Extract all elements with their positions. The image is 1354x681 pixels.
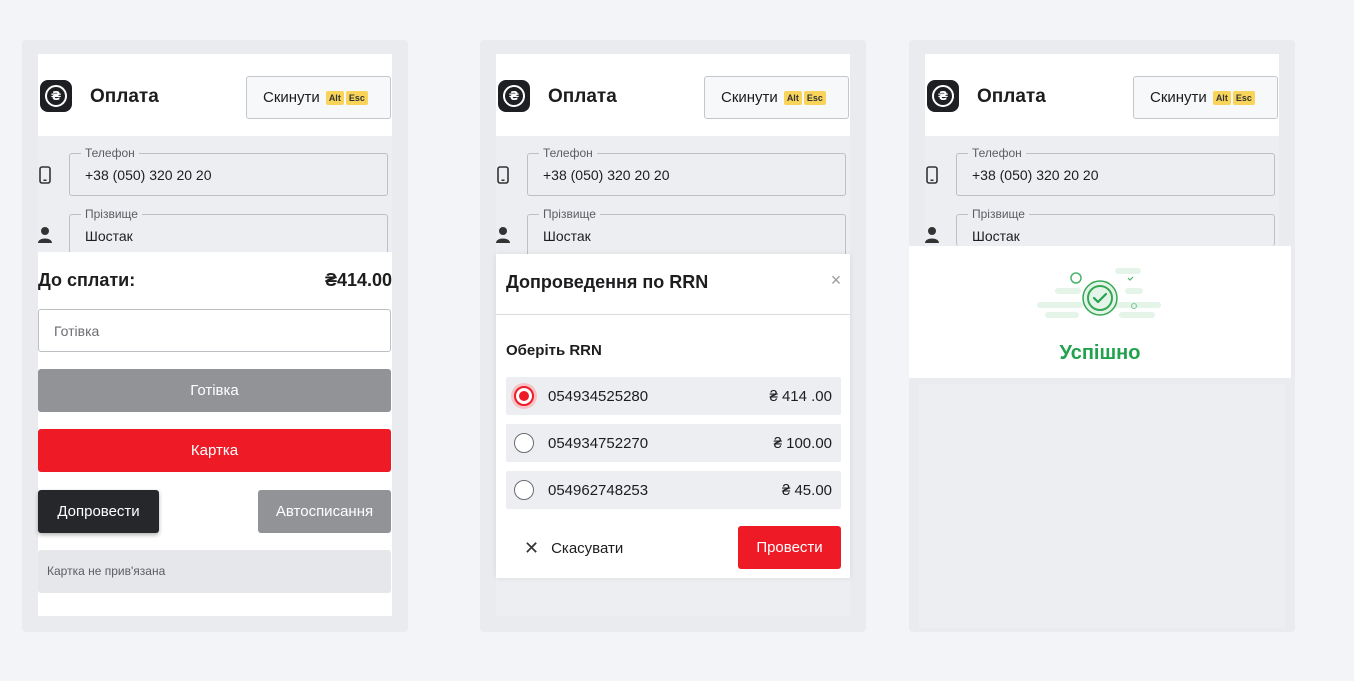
- rrn-amount: ₴ 45.00: [781, 482, 832, 499]
- rrn-amount: ₴ 414 .00: [769, 388, 832, 405]
- surname-label: Прізвище: [81, 207, 142, 221]
- cash-button[interactable]: Готівка: [38, 369, 391, 412]
- reset-button[interactable]: Скинути Alt Esc: [1133, 76, 1278, 119]
- kbd-esc: Esc: [1232, 90, 1255, 105]
- success-check-icon: [1037, 268, 1161, 318]
- surname-value: Шостак: [543, 228, 591, 244]
- rrn-amount: ₴ 100.00: [773, 435, 832, 452]
- app-logo-icon: ₴: [927, 80, 959, 112]
- empty-area: [919, 384, 1285, 628]
- surname-field[interactable]: Прізвище Шостак: [69, 207, 388, 257]
- phone-icon: [926, 166, 938, 184]
- user-icon: [38, 227, 52, 243]
- rrn-number: 054934525280: [548, 388, 649, 405]
- reset-label: Скинути: [263, 89, 320, 106]
- phone-value: +38 (050) 320 20 20: [543, 167, 670, 183]
- kbd-esc: Esc: [803, 90, 826, 105]
- cancel-button[interactable]: ✕ Скасувати: [524, 538, 623, 559]
- page-title: Оплата: [90, 86, 159, 107]
- payment-card-3: ₴ Оплата Скинути Alt Esc Телефон +38 (050…: [925, 54, 1279, 246]
- divider: [496, 314, 850, 315]
- phone-value: +38 (050) 320 20 20: [85, 167, 212, 183]
- header: ₴ Оплата Скинути Alt Esc: [38, 54, 392, 136]
- phone-icon: [39, 166, 51, 184]
- success-text: Успішно: [1059, 342, 1141, 364]
- close-icon[interactable]: ×: [828, 271, 844, 289]
- reset-label: Скинути: [1150, 89, 1207, 106]
- finish-button[interactable]: Допровести: [38, 490, 159, 533]
- submit-button[interactable]: Провести: [738, 526, 841, 569]
- radio-icon[interactable]: [514, 480, 534, 500]
- phone-value: +38 (050) 320 20 20: [972, 167, 1099, 183]
- modal-title: Допроведення по RRN: [506, 272, 709, 292]
- phone-label: Телефон: [539, 146, 597, 160]
- rrn-option[interactable]: 054962748253 ₴ 45.00: [506, 471, 841, 509]
- surname-label: Прізвище: [539, 207, 600, 221]
- rrn-option[interactable]: 054934752270 ₴ 100.00: [506, 424, 841, 462]
- reset-button[interactable]: Скинути Alt Esc: [704, 76, 849, 119]
- phone-field[interactable]: Телефон +38 (050) 320 20 20: [69, 146, 388, 196]
- phone-label: Телефон: [968, 146, 1026, 160]
- card-button[interactable]: Картка: [38, 429, 391, 472]
- app-logo-icon: ₴: [498, 80, 530, 112]
- success-panel: ₴ Оплата Скинути Alt Esc Телефон +38 (050…: [909, 40, 1295, 632]
- rrn-option[interactable]: 054934525280 ₴ 414 .00: [506, 377, 841, 415]
- reset-button[interactable]: Скинути Alt Esc: [246, 76, 391, 119]
- header-2: ₴ Оплата Скинути Alt Esc: [496, 54, 850, 136]
- reset-label: Скинути: [721, 89, 778, 106]
- success-message: Успішно: [909, 246, 1291, 378]
- payment-card: ₴ Оплата Скинути Alt Esc Телефон +38 (050…: [38, 54, 392, 616]
- surname-value: Шостак: [972, 228, 1020, 244]
- surname-label: Прізвище: [968, 207, 1029, 221]
- rrn-panel: ₴ Оплата Скинути Alt Esc Телефон +38 (050…: [480, 40, 866, 632]
- user-icon: [496, 227, 510, 243]
- card-status-note: Картка не прив'язана: [38, 550, 391, 593]
- page-title: Оплата: [977, 86, 1046, 107]
- app-logo-icon: ₴: [40, 80, 72, 112]
- surname-field[interactable]: Прізвище Шостак: [956, 207, 1275, 246]
- rrn-modal: Допроведення по RRN × Оберіть RRN 054934…: [496, 254, 850, 578]
- surname-value: Шостак: [85, 228, 133, 244]
- cash-input[interactable]: Готівка: [38, 309, 391, 352]
- kbd-alt: Alt: [1212, 90, 1231, 105]
- kbd-esc: Esc: [345, 90, 368, 105]
- phone-label: Телефон: [81, 146, 139, 160]
- amount-due-label: До сплати:: [38, 270, 136, 290]
- radio-selected-icon[interactable]: [514, 386, 534, 406]
- page-title: Оплата: [548, 86, 617, 107]
- phone-field[interactable]: Телефон +38 (050) 320 20 20: [527, 146, 846, 196]
- customer-form-3: Телефон +38 (050) 320 20 20 Прізвище Шос…: [925, 136, 1279, 246]
- rrn-number: 054934752270: [548, 435, 649, 452]
- rrn-number: 054962748253: [548, 482, 649, 499]
- payment-section: До сплати: ₴414.00 Готівка Готівка Картк…: [38, 252, 392, 616]
- header-3: ₴ Оплата Скинути Alt Esc: [925, 54, 1279, 136]
- phone-field[interactable]: Телефон +38 (050) 320 20 20: [956, 146, 1275, 196]
- kbd-alt: Alt: [325, 90, 344, 105]
- amount-due-value: ₴414.00: [324, 270, 392, 290]
- phone-icon: [497, 166, 509, 184]
- surname-field[interactable]: Прізвище Шостак: [527, 207, 846, 257]
- cancel-label: Скасувати: [551, 540, 624, 557]
- radio-icon[interactable]: [514, 433, 534, 453]
- kbd-alt: Alt: [783, 90, 802, 105]
- user-icon: [925, 227, 939, 243]
- modal-subtitle: Оберіть RRN: [506, 342, 602, 359]
- auto-debit-button[interactable]: Автосписання: [258, 490, 391, 533]
- payment-panel: ₴ Оплата Скинути Alt Esc Телефон +38 (050…: [22, 40, 408, 632]
- close-icon: ✕: [524, 538, 540, 558]
